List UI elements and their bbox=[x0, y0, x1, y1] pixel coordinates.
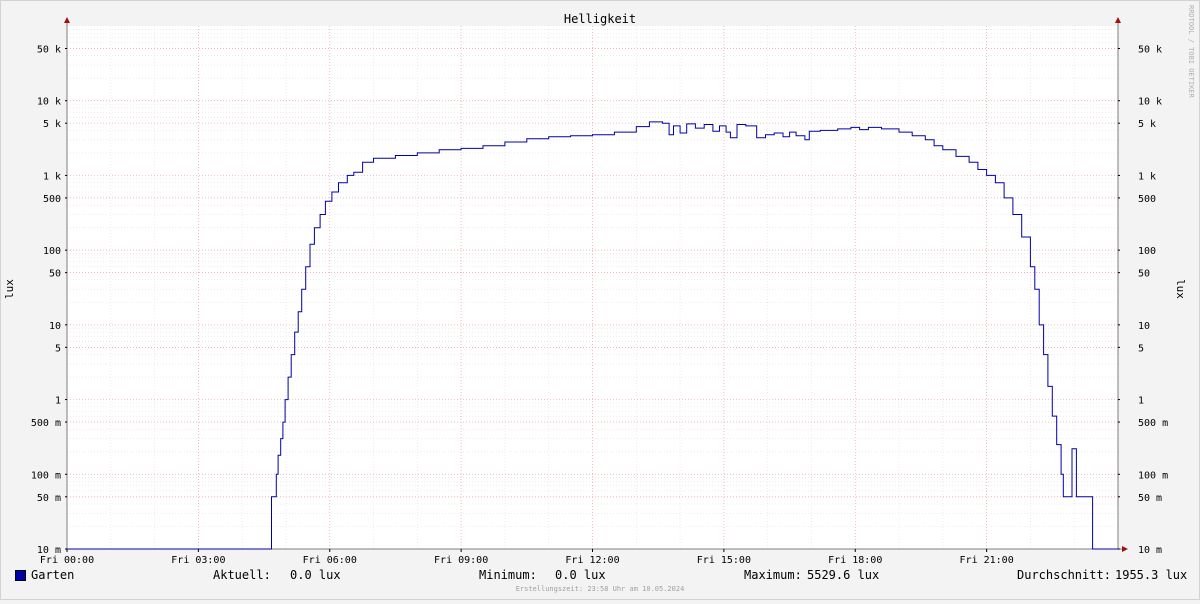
x-tick-label: Fri 00:00 bbox=[40, 555, 94, 566]
x-tick-label: Fri 09:00 bbox=[434, 555, 488, 566]
y-tick-label-left: 10 bbox=[49, 321, 61, 332]
y-tick-label-right: 10 m bbox=[1138, 545, 1162, 556]
chart-title: Helligkeit bbox=[564, 12, 636, 26]
legend-current-label: Aktuell: bbox=[213, 568, 271, 582]
y-tick-label-right: 100 m bbox=[1138, 470, 1168, 481]
y-tick-label-left: 100 m bbox=[31, 470, 61, 481]
y-axis-arrow-right bbox=[1115, 17, 1121, 23]
y-tick-label-right: 500 m bbox=[1138, 418, 1168, 429]
y-tick-label-right: 5 k bbox=[1138, 119, 1156, 130]
y-tick-label-left: 50 bbox=[49, 269, 61, 280]
y-tick-label-right: 1 bbox=[1138, 396, 1144, 407]
x-tick-label: Fri 03:00 bbox=[171, 555, 225, 566]
x-tick-label: Fri 12:00 bbox=[565, 555, 619, 566]
y-axis-arrow-left bbox=[64, 17, 70, 23]
legend-avg-value: 1955.3 lux bbox=[1115, 568, 1188, 582]
x-axis-arrow bbox=[1122, 546, 1128, 552]
graph-image: Helligkeit RRDTOOL / TOBI OETIKER lux lu… bbox=[0, 0, 1200, 600]
x-tick-labels: Fri 00:00 Fri 03:00 Fri 06:00 Fri 09:00 Fri … bbox=[40, 549, 1014, 566]
y-tick-label-right: 50 m bbox=[1138, 493, 1162, 504]
legend-min-value: 0.0 lux bbox=[555, 568, 606, 582]
y-axis-label-left: lux bbox=[3, 279, 16, 299]
legend-swatch bbox=[15, 570, 26, 581]
y-tick-label-left: 5 k bbox=[43, 119, 61, 130]
legend-series-name: Garten bbox=[31, 568, 75, 582]
y-axis-label-right: lux bbox=[1174, 279, 1187, 299]
watermark: RRDTOOL / TOBI OETIKER bbox=[1187, 5, 1195, 99]
y-tick-label-right: 500 bbox=[1138, 194, 1156, 205]
legend-max-value: 5529.6 lux bbox=[807, 568, 880, 582]
y-tick-label-left: 500 m bbox=[31, 418, 61, 429]
y-tick-label-left: 1 bbox=[55, 396, 61, 407]
y-tick-label-left: 10 k bbox=[37, 97, 61, 108]
y-tick-label-left: 100 bbox=[43, 246, 61, 257]
x-tick-label: Fri 06:00 bbox=[303, 555, 357, 566]
y-tick-label-right: 5 bbox=[1138, 343, 1144, 354]
legend-min-label: Minimum: bbox=[479, 568, 537, 582]
footer-timestamp: Erstellungszeit: 23:58 Uhr am 10.05.2024 bbox=[515, 585, 685, 593]
legend-avg-label: Durchschnitt: bbox=[1017, 568, 1111, 582]
y-tick-label-right: 50 bbox=[1138, 269, 1150, 280]
x-tick-label: Fri 21:00 bbox=[960, 555, 1014, 566]
brightness-chart: Helligkeit RRDTOOL / TOBI OETIKER lux lu… bbox=[3, 5, 1195, 566]
y-tick-label-left: 5 bbox=[55, 343, 61, 354]
y-tick-label-right: 10 k bbox=[1138, 97, 1162, 108]
legend-row: Garten Aktuell: 0.0 lux Minimum: 0.0 lux… bbox=[1, 568, 1199, 584]
y-tick-label-left: 1 k bbox=[43, 171, 61, 182]
y-tick-label-right: 50 k bbox=[1138, 44, 1162, 55]
y-tick-label-left: 50 m bbox=[37, 493, 61, 504]
x-tick-label: Fri 15:00 bbox=[697, 555, 751, 566]
y-tick-label-right: 1 k bbox=[1138, 171, 1156, 182]
legend-max-label: Maximum: bbox=[744, 568, 802, 582]
y-tick-label-right: 100 bbox=[1138, 246, 1156, 257]
x-tick-label: Fri 18:00 bbox=[828, 555, 882, 566]
legend-current-value: 0.0 lux bbox=[290, 568, 341, 582]
y-tick-label-left: 50 k bbox=[37, 44, 61, 55]
y-tick-label-right: 10 bbox=[1138, 321, 1150, 332]
y-tick-label-left: 500 bbox=[43, 194, 61, 205]
